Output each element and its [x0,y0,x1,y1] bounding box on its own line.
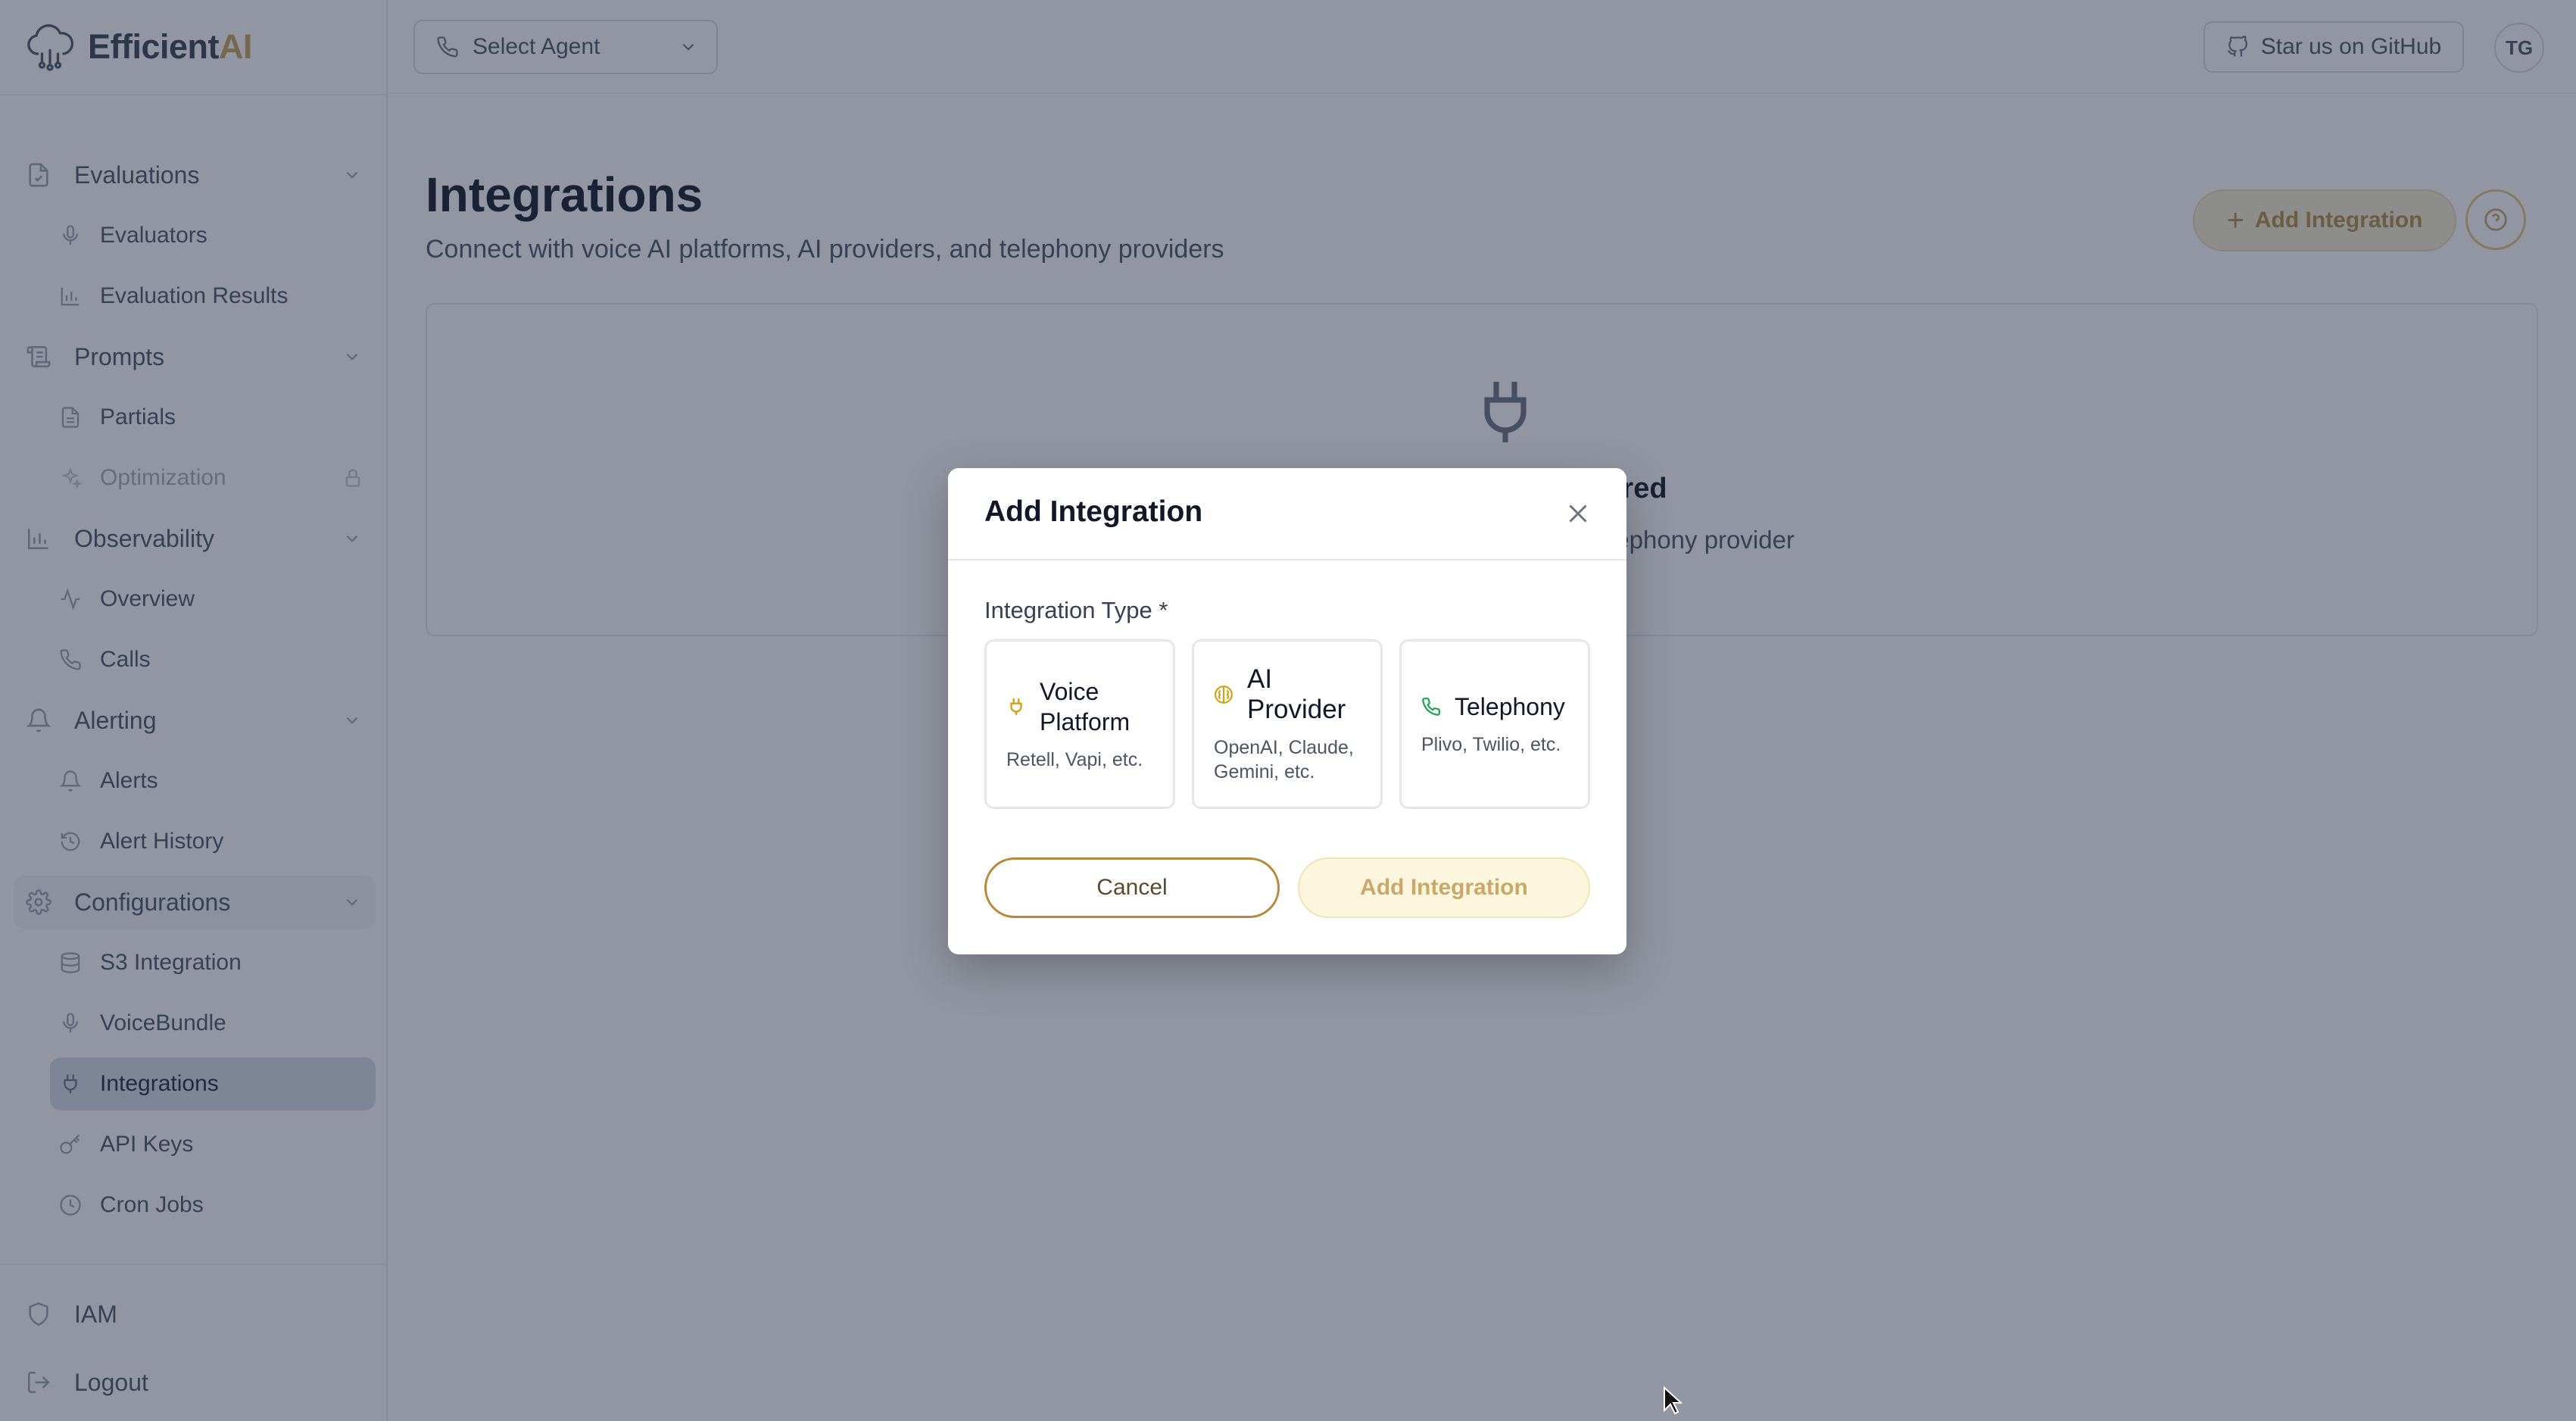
type-card-desc: Plivo, Twilio, etc. [1421,734,1561,755]
integration-type-label: Integration Type * [984,597,1168,623]
type-card-ai-provider[interactable]: AI Provider OpenAI, Claude, Gemini, etc. [1192,639,1383,809]
app-root: EfficientAI Evaluations Evaluators Evalu… [0,0,2576,1421]
type-card-name: AI Provider [1247,664,1346,724]
brain-icon [1215,686,1233,704]
type-card-desc: Retell, Vapi, etc. [1006,749,1143,770]
type-card-desc: OpenAI, Claude, Gemini, etc. [1214,737,1354,782]
type-card-telephony[interactable]: Telephony Plivo, Twilio, etc. [1399,639,1590,809]
add-integration-submit-button[interactable]: Add Integration [1298,857,1590,918]
plug-icon [1010,698,1022,715]
dialog-title: Add Integration [984,495,1203,528]
phone-icon [1422,698,1440,716]
cancel-button[interactable]: Cancel [984,857,1280,918]
close-icon[interactable] [1564,500,1592,527]
type-card-name: Telephony [1455,693,1565,720]
mouse-cursor-icon [1664,1386,1683,1415]
type-card-voice-platform[interactable]: Voice Platform Retell, Vapi, etc. [984,639,1175,809]
dialog-header: Add Integration [948,468,1626,561]
type-card-name: Voice Platform [1040,678,1131,735]
add-integration-dialog: Add Integration Integration Type * Voice… [948,468,1626,954]
